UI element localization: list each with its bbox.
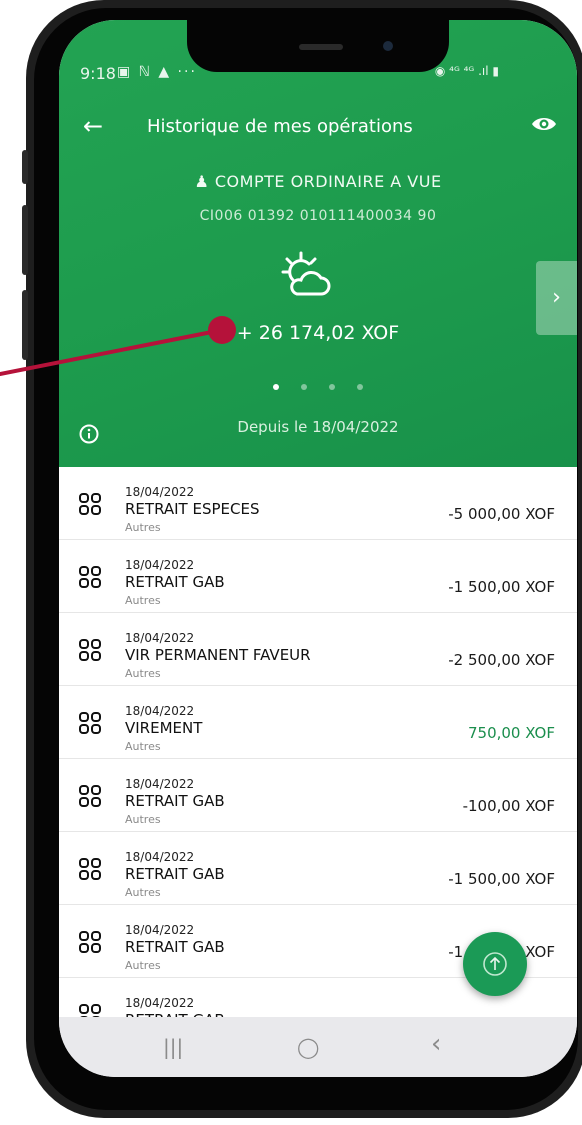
volume-up-button xyxy=(22,205,28,275)
transaction-category: Autres xyxy=(125,667,161,680)
transaction-label: VIR PERMANENT FAVEUR xyxy=(125,646,311,664)
status-signal-icons: ◉ ⁴ᴳ ⁴ᴳ .ıl ▮ xyxy=(434,64,499,78)
transaction-amount: -5 000,00 XOF xyxy=(448,505,555,523)
transaction-category: Autres xyxy=(125,594,161,607)
eye-icon[interactable] xyxy=(531,114,557,134)
transaction-label: RETRAIT GAB xyxy=(125,792,225,810)
volume-down-button xyxy=(22,290,28,360)
app-screen: 9:18 ▣ ℕ ▲ ··· ◉ ⁴ᴳ ⁴ᴳ .ıl ▮ ← Historiqu… xyxy=(59,20,577,1077)
transaction-row[interactable]: 18/04/2022 RETRAIT GAB Autres -100,00 XOF xyxy=(59,759,577,832)
android-nav-bar: ||| ◯ ‹ xyxy=(59,1017,577,1077)
transaction-date: 18/04/2022 xyxy=(125,923,195,937)
transaction-amount: -100,00 XOF xyxy=(462,797,555,815)
transaction-label: RETRAIT ESPECES xyxy=(125,500,260,518)
transaction-category: Autres xyxy=(125,959,161,972)
carousel-dot[interactable] xyxy=(329,384,335,390)
grid-icon xyxy=(79,566,101,588)
scroll-top-button[interactable] xyxy=(463,932,527,996)
user-icon: ♟ xyxy=(194,172,210,191)
transaction-amount: -1 500,00 XOF xyxy=(448,578,555,596)
phone-notch xyxy=(187,20,449,72)
mute-switch xyxy=(22,150,28,184)
transaction-row[interactable]: 18/04/2022 VIREMENT Autres 750,00 XOF xyxy=(59,686,577,759)
since-date: Depuis le 18/04/2022 xyxy=(237,418,399,436)
transaction-label: VIREMENT xyxy=(125,719,203,737)
recents-button[interactable]: ||| xyxy=(163,1035,183,1059)
account-number: CI006 01392 010111400034 90 xyxy=(199,208,437,224)
transaction-category: Autres xyxy=(125,886,161,899)
transaction-label: RETRAIT GAB xyxy=(125,938,225,956)
transaction-row[interactable]: 18/04/2022RETRAIT GAB Autres -1 500,00 XOF xyxy=(59,540,577,613)
phone-frame: 9:18 ▣ ℕ ▲ ··· ◉ ⁴ᴳ ⁴ᴳ .ıl ▮ ← Historiqu… xyxy=(22,0,582,1120)
transaction-amount: -1 500,00 XOF xyxy=(448,870,555,888)
notch-camera xyxy=(383,41,393,51)
transaction-row[interactable]: 18/04/2022 RETRAIT ESPECES Autres -5 000,00… xyxy=(59,467,577,540)
account-header: 9:18 ▣ ℕ ▲ ··· ◉ ⁴ᴳ ⁴ᴳ .ıl ▮ ← Historiqu… xyxy=(59,20,577,467)
transaction-date: 18/04/2022 xyxy=(125,558,195,572)
arrow-left-icon[interactable]: ← xyxy=(83,112,103,140)
transaction-date: 18/04/2022 xyxy=(125,777,195,791)
status-time: 9:18 xyxy=(80,64,116,83)
carousel-dot[interactable] xyxy=(357,384,363,390)
transaction-date: 18/04/2022 xyxy=(125,850,195,864)
page-title: Historique de mes opérations xyxy=(147,116,413,137)
account-balance: + 26 174,02 XOF xyxy=(236,322,400,344)
notch-speaker xyxy=(299,44,343,50)
grid-icon xyxy=(79,785,101,807)
carousel-dot[interactable] xyxy=(301,384,307,390)
transaction-category: Autres xyxy=(125,740,161,753)
carousel-dots xyxy=(59,375,577,394)
status-notification-icons: ▣ ℕ ▲ ··· xyxy=(117,64,197,80)
grid-icon xyxy=(79,493,101,515)
transaction-label: RETRAIT GAB xyxy=(125,573,225,591)
transaction-category: Autres xyxy=(125,521,161,534)
transaction-category: Autres xyxy=(125,813,161,826)
transaction-amount: 750,00 XOF xyxy=(467,724,555,742)
home-button[interactable]: ◯ xyxy=(297,1035,319,1059)
grid-icon xyxy=(79,712,101,734)
arrow-up-icon xyxy=(483,952,507,976)
grid-icon xyxy=(79,639,101,661)
transaction-row[interactable]: 18/04/2022RETRAIT GAB Autres -1 500,00 XOF xyxy=(59,832,577,905)
transaction-date: 18/04/2022 xyxy=(125,485,195,499)
grid-icon xyxy=(79,858,101,880)
transaction-date: 18/04/2022 xyxy=(125,996,195,1010)
grid-icon xyxy=(79,931,101,953)
transaction-date: 18/04/2022 xyxy=(125,704,195,718)
transaction-label: RETRAIT GAB xyxy=(125,865,225,883)
chevron-right-icon[interactable]: › xyxy=(536,261,577,335)
transaction-amount: -2 500,00 XOF xyxy=(448,651,555,669)
account-type: ♟ COMPTE ORDINAIRE A VUE xyxy=(59,172,577,191)
carousel-dot-active[interactable] xyxy=(273,384,279,390)
account-type-label: COMPTE ORDINAIRE A VUE xyxy=(214,172,442,191)
transaction-date: 18/04/2022 xyxy=(125,631,195,645)
sun-cloud-icon xyxy=(281,251,331,296)
back-nav-button[interactable]: ‹ xyxy=(431,1029,441,1059)
transaction-row[interactable]: 18/04/2022 VIR PERMANENT FAVEUR Autres -2 5… xyxy=(59,613,577,686)
